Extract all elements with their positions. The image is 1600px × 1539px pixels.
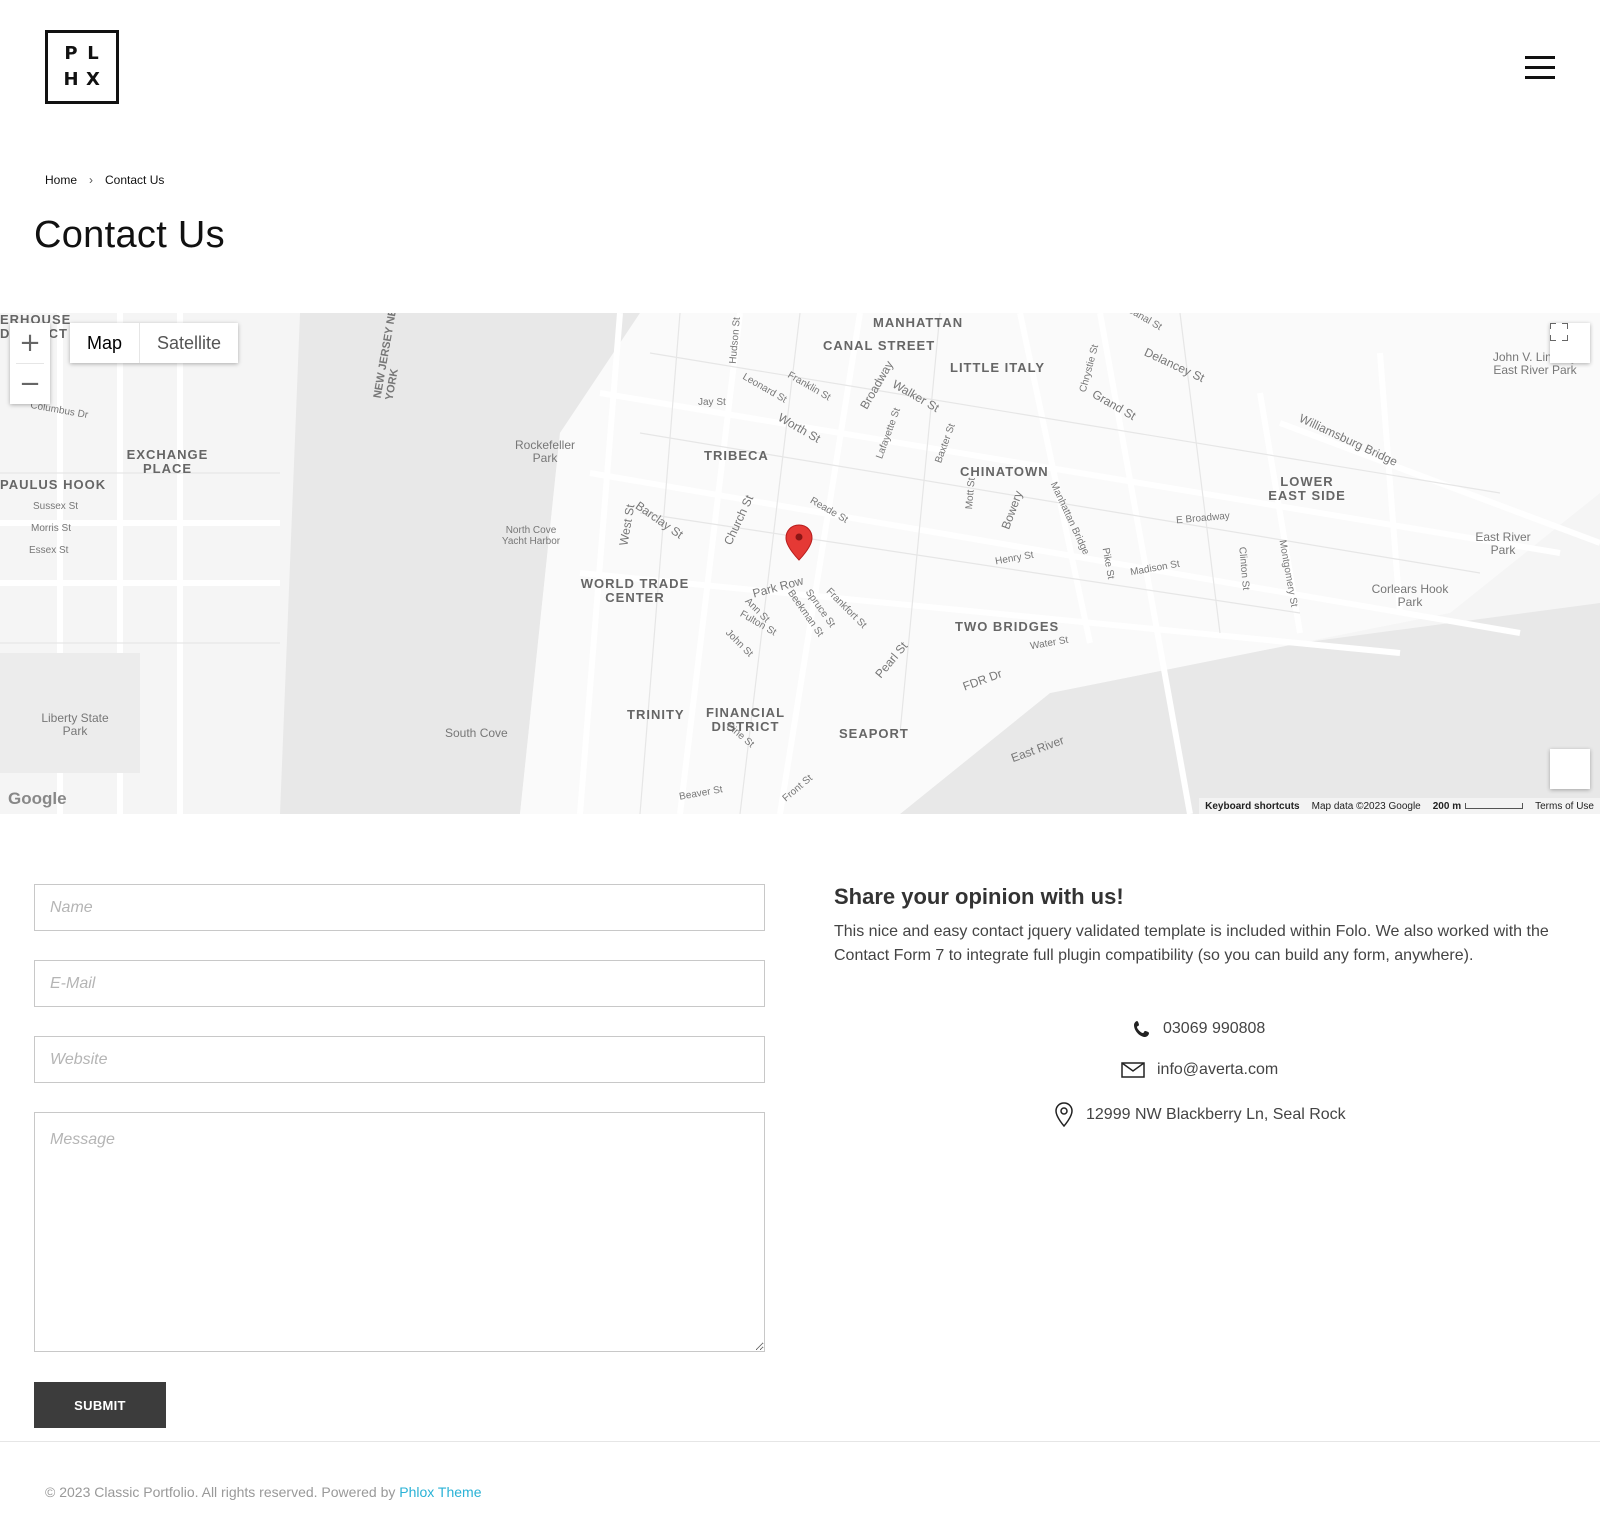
website-input[interactable] [34, 1036, 765, 1083]
map-street-label: Jay St [698, 397, 726, 408]
map-label: TWO BRIDGES [955, 619, 1060, 634]
zoom-in-button[interactable]: + [10, 323, 50, 363]
map-park-label: North Cove Yacht Harbor [501, 525, 561, 547]
menu-hamburger-icon[interactable] [1525, 56, 1555, 82]
phone-icon [1134, 1021, 1149, 1037]
map-type-control: Map Satellite [70, 323, 239, 363]
message-textarea[interactable] [34, 1112, 765, 1352]
logo-letter: P [64, 43, 78, 64]
map-scale-label: 200 m [1432, 800, 1462, 812]
envelope-icon [1121, 1062, 1145, 1078]
location-pin-icon [1055, 1102, 1073, 1128]
map-street-label: Morris St [31, 523, 71, 534]
map-street-label: Sussex St [33, 501, 79, 512]
zoom-control: + − [10, 323, 50, 404]
share-heading: Share your opinion with us! [834, 884, 1124, 909]
map-scale[interactable]: 200 m [1432, 800, 1524, 812]
copyright-label: © 2023 Classic Portfolio. All rights res… [45, 1484, 400, 1500]
terms-of-use-link[interactable]: Terms of Use [1535, 801, 1594, 812]
google-logo: Google [8, 789, 67, 808]
phlox-theme-link[interactable]: Phlox Theme [399, 1484, 481, 1500]
map-label: LOWER EAST SIDE [1268, 474, 1346, 503]
map-label: CANAL STREET [823, 338, 936, 353]
name-input[interactable] [34, 884, 765, 931]
map-park-label: Liberty State Park [41, 711, 109, 738]
phone-number: 03069 990808 [1163, 1020, 1266, 1037]
map-label: WORLD TRADE CENTER [580, 576, 690, 605]
map-label: SEAPORT [839, 726, 909, 741]
page-title: Contact Us [34, 214, 225, 256]
email-input[interactable] [34, 960, 765, 1007]
map-label: LITTLE ITALY [950, 360, 1046, 375]
contact-phone: 03069 990808 [1133, 1020, 1265, 1038]
map-data-attribution: Map data ©2023 Google [1311, 800, 1421, 812]
address-text: 12999 NW Blackberry Ln, Seal Rock [1086, 1106, 1346, 1123]
contact-address: 12999 NW Blackberry Ln, Seal Rock [1054, 1102, 1346, 1128]
map-label: MANHATTAN [873, 315, 964, 330]
map-type-satellite-button[interactable]: Satellite [140, 323, 238, 363]
map-label: TRINITY [627, 707, 685, 722]
breadcrumb: Home › Contact Us [45, 173, 164, 187]
map-label: PAULUS HOOK [0, 477, 107, 492]
map-label: FINANCIAL DISTRICT [705, 705, 786, 734]
zoom-out-button[interactable]: − [10, 364, 50, 404]
logo-letter: L [87, 43, 99, 64]
google-map[interactable]: MANHATTAN CANAL STREET LITTLE ITALY TRIB… [0, 313, 1600, 814]
submit-button[interactable]: SUBMIT [34, 1382, 166, 1428]
keyboard-shortcuts-link[interactable]: Keyboard shortcuts [1205, 801, 1299, 812]
contact-email: info@averta.com [1121, 1061, 1278, 1079]
chevron-right-icon: › [89, 173, 94, 187]
map-type-map-button[interactable]: Map [70, 323, 139, 363]
fullscreen-button[interactable] [1550, 323, 1590, 363]
site-logo[interactable]: P L H X [45, 30, 119, 104]
logo-letter: X [86, 69, 100, 90]
footer-divider [0, 1441, 1600, 1442]
fullscreen-icon [1550, 323, 1568, 341]
copyright-text: © 2023 Classic Portfolio. All rights res… [45, 1484, 482, 1500]
map-park-label: Rockefeller Park [514, 438, 576, 465]
map-park-label: Corlears Hook Park [1371, 582, 1449, 609]
map-park-label: South Cove [445, 726, 508, 740]
breadcrumb-home-link[interactable]: Home [45, 173, 77, 187]
map-label: TRIBECA [704, 448, 769, 463]
map-attribution-bar: Keyboard shortcuts Map data ©2023 Google… [1199, 798, 1600, 814]
email-address[interactable]: info@averta.com [1157, 1061, 1278, 1079]
map-street-label: Essex St [29, 545, 69, 556]
map-park-label: East River Park [1475, 530, 1531, 557]
map-label: EXCHANGE PLACE [126, 447, 209, 476]
share-description: This nice and easy contact jquery valida… [834, 923, 1549, 964]
logo-letter: H [63, 69, 79, 90]
breadcrumb-current: Contact Us [105, 173, 165, 187]
street-view-pegman-button[interactable] [1550, 749, 1590, 789]
